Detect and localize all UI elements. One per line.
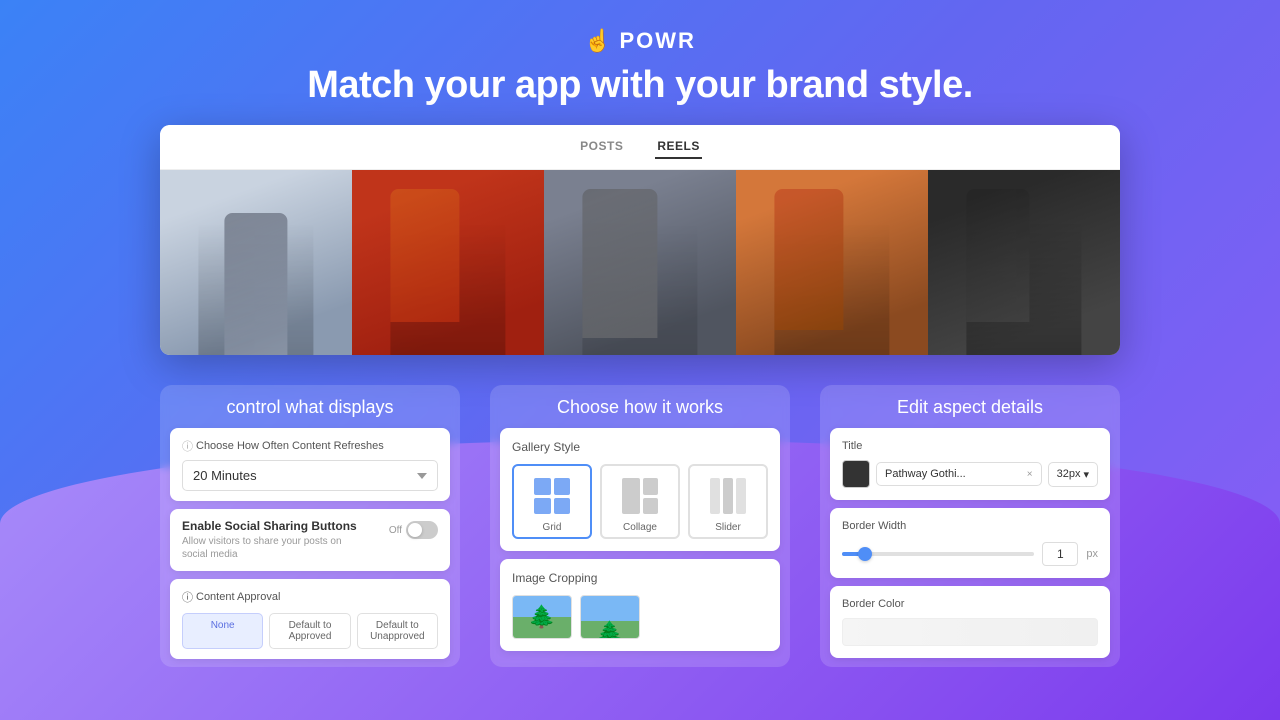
sharing-sub: Allow visitors to share your posts on so…	[182, 535, 342, 561]
sharing-label: Enable Social Sharing Buttons	[182, 519, 357, 533]
border-width-card: Border Width 1 px	[830, 508, 1110, 578]
sharing-card: Enable Social Sharing Buttons Allow visi…	[170, 509, 450, 571]
font-selector[interactable]: Pathway Gothi... ×	[876, 462, 1042, 486]
font-controls: Pathway Gothi... × 32px ▾	[842, 460, 1098, 488]
tab-posts[interactable]: POSTS	[578, 135, 625, 159]
toggle-pill[interactable]	[406, 521, 438, 539]
font-color-swatch[interactable]	[842, 460, 870, 488]
collage-icon	[606, 474, 674, 518]
gallery-style-label: Gallery Style	[512, 440, 768, 454]
approval-buttons: None Default to Approved Default to Unap…	[182, 613, 438, 649]
tree-full-icon: 🌲	[528, 606, 555, 628]
border-color-label: Border Color	[842, 598, 1098, 610]
title-card-label: Title	[842, 440, 1098, 452]
header: ☝ POWR Match your app with your brand st…	[307, 0, 973, 125]
font-name: Pathway Gothi...	[885, 468, 966, 480]
border-width-slider[interactable]	[842, 552, 1034, 556]
preview-window: POSTS REELS	[160, 125, 1120, 355]
sharing-text: Enable Social Sharing Buttons Allow visi…	[182, 519, 357, 561]
grid-label: Grid	[518, 522, 586, 533]
collage-label: Collage	[606, 522, 674, 533]
approval-approved[interactable]: Default to Approved	[269, 613, 350, 649]
crop-tree-cropped: 🌲	[581, 596, 639, 638]
logo-text: POWR	[619, 28, 695, 54]
gallery-style-card: Gallery Style Grid	[500, 428, 780, 551]
approval-info-icon: ⓘ	[182, 589, 193, 605]
right-panel: Edit aspect details Title Pathway Gothi.…	[820, 385, 1120, 667]
tree-cropped-icon: 🌲	[596, 622, 623, 638]
font-size-value: 32px	[1057, 468, 1081, 480]
panels-row: control what displays ⓘ Choose How Often…	[160, 385, 1120, 667]
border-width-controls: 1 px	[842, 542, 1098, 566]
preview-image-5	[928, 170, 1120, 355]
refresh-card: ⓘ Choose How Often Content Refreshes 20 …	[170, 428, 450, 501]
border-width-unit: px	[1086, 548, 1098, 560]
sharing-toggle[interactable]: Off	[389, 521, 438, 539]
left-panel-title: control what displays	[160, 385, 460, 428]
border-width-thumb[interactable]	[858, 547, 872, 561]
gallery-options: Grid Collage	[512, 464, 768, 539]
refresh-select[interactable]: 20 Minutes 1 Minute 5 Minutes 10 Minutes…	[182, 460, 438, 491]
refresh-info-icon: ⓘ	[182, 438, 193, 454]
crop-option-2[interactable]: 🌲	[580, 595, 640, 639]
slider-icon	[694, 474, 762, 518]
font-close-icon[interactable]: ×	[1027, 469, 1033, 480]
image-cropping-label: Image Cropping	[512, 571, 768, 585]
headline: Match your app with your brand style.	[307, 64, 973, 107]
sharing-toggle-row: Enable Social Sharing Buttons Allow visi…	[182, 519, 438, 561]
gallery-collage[interactable]: Collage	[600, 464, 680, 539]
border-width-label: Border Width	[842, 520, 1098, 532]
preview-image-3	[544, 170, 736, 355]
left-panel: control what displays ⓘ Choose How Often…	[160, 385, 460, 667]
image-cropping-card: Image Cropping 🌲 🌲	[500, 559, 780, 651]
size-selector[interactable]: 32px ▾	[1048, 462, 1098, 487]
approval-unapproved[interactable]: Default to Unapproved	[357, 613, 438, 649]
middle-panel-title: Choose how it works	[490, 385, 790, 428]
preview-images	[160, 170, 1120, 355]
approval-card: ⓘ Content Approval None Default to Appro…	[170, 579, 450, 659]
crop-tree-full: 🌲	[513, 596, 571, 638]
preview-tabs: POSTS REELS	[160, 125, 1120, 170]
right-panel-title: Edit aspect details	[820, 385, 1120, 428]
middle-panel: Choose how it works Gallery Style	[490, 385, 790, 667]
page-wrapper: ☝ POWR Match your app with your brand st…	[0, 0, 1280, 667]
border-color-swatch[interactable]	[842, 618, 1098, 646]
toggle-off-label: Off	[389, 525, 402, 536]
powr-logo-icon: ☝	[584, 28, 611, 54]
slider-label: Slider	[694, 522, 762, 533]
refresh-label: ⓘ Choose How Often Content Refreshes	[182, 438, 438, 454]
tab-reels[interactable]: REELS	[655, 135, 702, 159]
border-color-card: Border Color	[830, 586, 1110, 658]
grid-icon	[518, 474, 586, 518]
approval-label: ⓘ Content Approval	[182, 589, 438, 605]
size-chevron-icon: ▾	[1083, 468, 1089, 481]
border-width-input[interactable]: 1	[1042, 542, 1078, 566]
logo-row: ☝ POWR	[584, 28, 696, 54]
approval-none[interactable]: None	[182, 613, 263, 649]
preview-image-4	[736, 170, 928, 355]
crop-option-1[interactable]: 🌲	[512, 595, 572, 639]
cropping-options: 🌲 🌲	[512, 595, 768, 639]
preview-image-2	[352, 170, 544, 355]
preview-image-1	[160, 170, 352, 355]
title-card: Title Pathway Gothi... × 32px ▾	[830, 428, 1110, 500]
gallery-grid[interactable]: Grid	[512, 464, 592, 539]
gallery-slider[interactable]: Slider	[688, 464, 768, 539]
